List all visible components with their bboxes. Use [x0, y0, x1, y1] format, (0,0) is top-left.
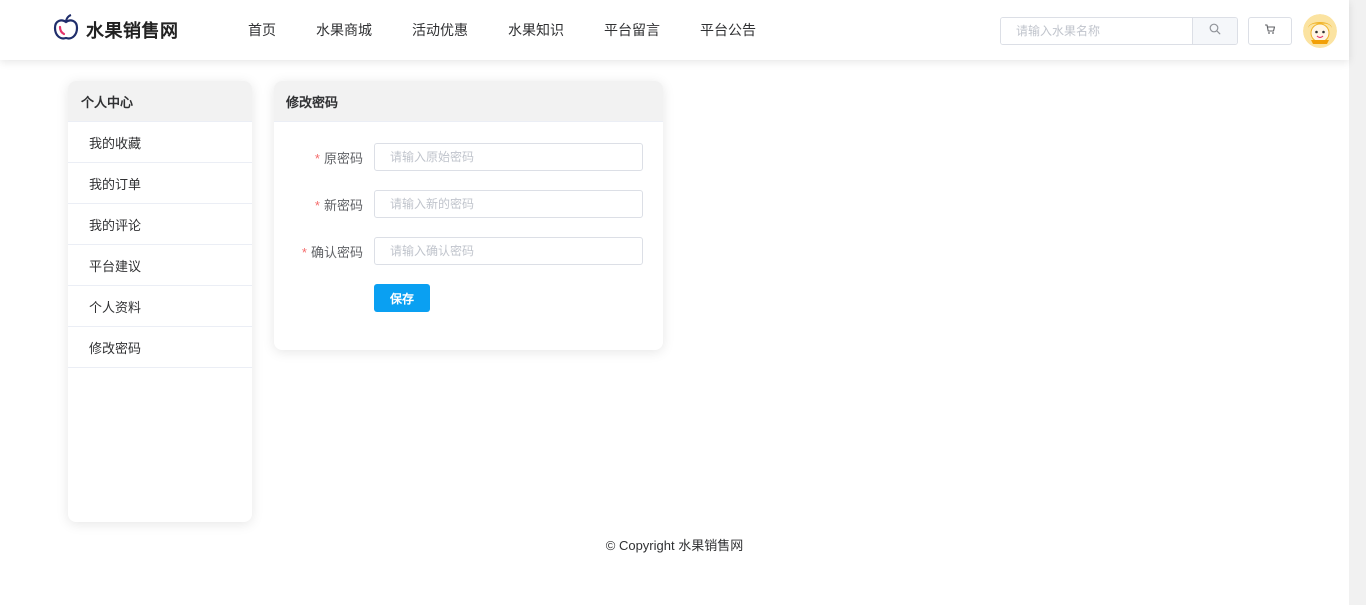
- confirm-password-label: * 确认密码: [274, 242, 374, 261]
- confirm-password-label-text: 确认密码: [310, 244, 363, 260]
- cart-button[interactable]: [1248, 17, 1292, 45]
- page: 水果销售网 首页 水果商城 活动优惠 水果知识 平台留言 平台公告 请输入水果名…: [0, 0, 1366, 605]
- user-avatar[interactable]: [1303, 14, 1337, 48]
- brand-logo[interactable]: 水果销售网: [52, 13, 179, 47]
- brand-name: 水果销售网: [86, 21, 179, 41]
- new-password-input[interactable]: [374, 190, 643, 218]
- old-password-input[interactable]: [374, 143, 643, 171]
- sidebar-item-change-password[interactable]: 修改密码: [68, 327, 252, 368]
- footer-copyright: © Copyright 水果销售网: [605, 538, 744, 553]
- required-mark: *: [301, 244, 307, 260]
- sidebar-item-comments[interactable]: 我的评论: [68, 204, 252, 245]
- search-box: [1000, 17, 1238, 45]
- required-mark: *: [314, 197, 320, 213]
- old-password-row: * 原密码: [274, 143, 663, 171]
- top-header: 水果销售网 首页 水果商城 活动优惠 水果知识 平台留言 平台公告: [0, 0, 1349, 60]
- cart-icon: [1264, 22, 1276, 40]
- confirm-password-row: * 确认密码: [274, 237, 663, 265]
- new-password-label-text: 新密码: [323, 197, 363, 213]
- nav-item-announcements[interactable]: 平台公告: [700, 20, 756, 40]
- sidebar-item-orders[interactable]: 我的订单: [68, 163, 252, 204]
- apple-logo-icon: [52, 13, 80, 47]
- scrollbar-thumb[interactable]: [1351, 0, 1364, 605]
- sidebar-item-favorites[interactable]: 我的收藏: [68, 122, 252, 163]
- search-input[interactable]: [1001, 18, 1192, 44]
- nav-item-promotions[interactable]: 活动优惠: [412, 20, 468, 40]
- old-password-label: * 原密码: [274, 148, 374, 167]
- change-password-title: 修改密码: [274, 81, 663, 122]
- new-password-row: * 新密码: [274, 190, 663, 218]
- old-password-label-text: 原密码: [323, 150, 363, 166]
- nav-item-home[interactable]: 首页: [248, 20, 276, 40]
- sidebar-title: 个人中心: [68, 81, 252, 122]
- save-button[interactable]: 保存: [374, 284, 430, 312]
- page-scrollbar[interactable]: [1349, 0, 1366, 605]
- nav-item-fruit-knowledge[interactable]: 水果知识: [508, 20, 564, 40]
- nav-item-fruit-mall[interactable]: 水果商城: [316, 20, 372, 40]
- main-nav: 首页 水果商城 活动优惠 水果知识 平台留言 平台公告: [248, 0, 756, 60]
- sidebar-item-profile[interactable]: 个人资料: [68, 286, 252, 327]
- search-icon: [1209, 22, 1221, 40]
- change-password-card: 修改密码 * 原密码 * 新密码 * 确认密码 保存: [274, 81, 663, 350]
- search-button[interactable]: [1192, 18, 1237, 44]
- new-password-label: * 新密码: [274, 195, 374, 214]
- confirm-password-input[interactable]: [374, 237, 643, 265]
- required-mark: *: [314, 150, 320, 166]
- sidebar-item-suggestions[interactable]: 平台建议: [68, 245, 252, 286]
- personal-center-sidebar: 个人中心 我的收藏 我的订单 我的评论 平台建议 个人资料 修改密码: [68, 81, 252, 522]
- nav-item-messages[interactable]: 平台留言: [604, 20, 660, 40]
